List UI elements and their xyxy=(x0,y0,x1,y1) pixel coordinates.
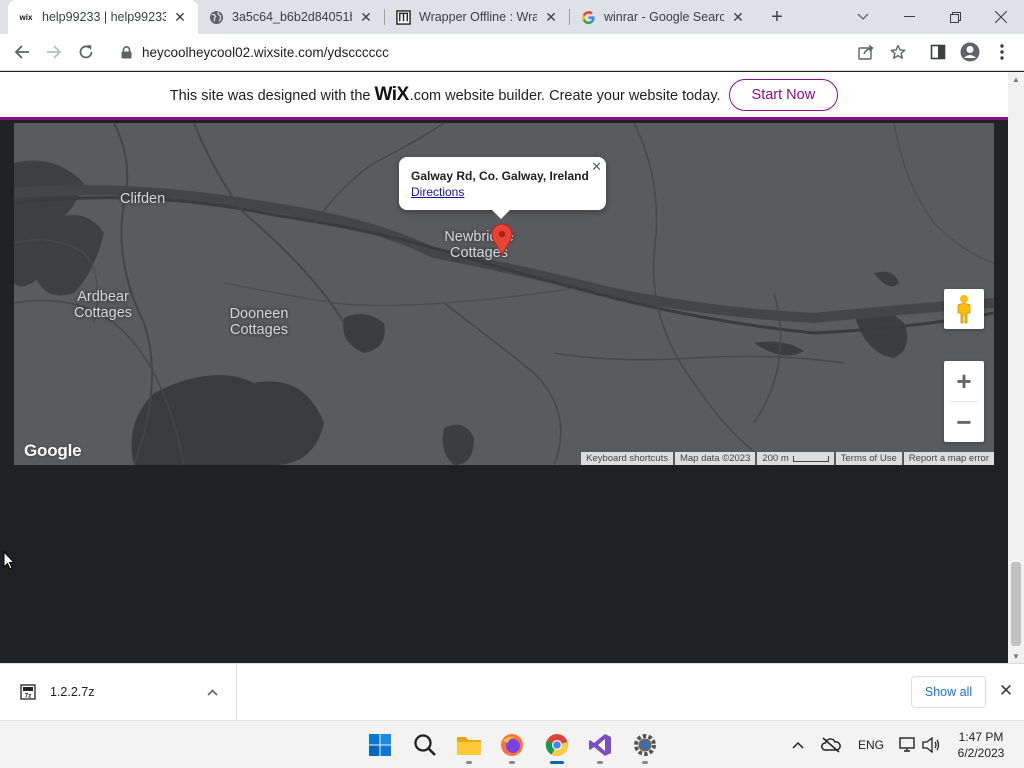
minimize-button[interactable] xyxy=(886,0,932,34)
network-icon[interactable] xyxy=(899,721,917,768)
language-indicator[interactable]: ENG xyxy=(858,721,884,768)
info-window-close-icon[interactable]: ✕ xyxy=(591,159,602,175)
volume-icon[interactable] xyxy=(922,721,940,768)
lock-icon[interactable] xyxy=(118,45,134,59)
url-text: heycoolheycool02.wixsite.com/ydscccccc xyxy=(142,44,389,60)
globe-icon xyxy=(208,9,224,25)
zoom-control: + − xyxy=(944,361,984,442)
map-attribution-bar: Keyboard shortcuts Map data ©2023 200 m … xyxy=(579,452,994,465)
street-view-pegman-icon[interactable] xyxy=(944,289,984,329)
running-indicator xyxy=(642,761,648,764)
clock-time: 1:47 PM xyxy=(958,730,1004,744)
terms-of-use-link[interactable]: Terms of Use xyxy=(835,452,902,465)
settings-icon[interactable] xyxy=(630,729,660,764)
7z-file-icon: 7z xyxy=(20,684,36,700)
page-scrollbar[interactable]: ▲ ▼ xyxy=(1008,72,1024,663)
tab-title: winrar - Google Search xyxy=(604,10,724,24)
tab-title: help99233 | help99233 xyxy=(42,10,166,24)
address-bar[interactable]: heycoolheycool02.wixsite.com/ydscccccc xyxy=(108,37,916,67)
clock-date: 6/2/2023 xyxy=(957,746,1005,760)
tab-help99233[interactable]: wix help99233 | help99233 ✕ xyxy=(8,0,198,34)
close-tab-icon[interactable]: ✕ xyxy=(730,9,746,25)
keyboard-shortcuts-link[interactable]: Keyboard shortcuts xyxy=(581,452,673,465)
zoom-out-button[interactable]: − xyxy=(944,402,984,442)
archive-icon xyxy=(395,9,411,25)
google-icon xyxy=(580,9,596,25)
scroll-up-arrow-icon[interactable]: ▲ xyxy=(1008,72,1024,86)
page-viewport: This site was designed with the WiX .com… xyxy=(0,72,1008,663)
active-indicator xyxy=(550,761,564,764)
tab-strip: wix help99233 | help99233 ✕ 3a5c64_b6b2d… xyxy=(0,0,1024,34)
tab-title: Wrapper Offline : Wrap xyxy=(419,10,537,24)
wix-promo-banner: This site was designed with the WiX .com… xyxy=(0,72,1008,120)
tab-wrapper-offline[interactable]: Wrapper Offline : Wrap ✕ xyxy=(385,0,569,34)
close-tab-icon[interactable]: ✕ xyxy=(172,9,188,25)
show-hidden-icons-chevron-icon[interactable] xyxy=(792,721,804,768)
file-explorer-icon[interactable] xyxy=(454,729,484,764)
bookmark-star-icon[interactable] xyxy=(884,38,912,66)
map-info-window: Galway Rd, Co. Galway, Ireland Direction… xyxy=(399,157,606,219)
close-tab-icon[interactable]: ✕ xyxy=(358,9,374,25)
wix-favicon-icon: wix xyxy=(19,12,33,22)
google-logo[interactable]: Google xyxy=(24,441,82,461)
profile-avatar-icon[interactable] xyxy=(956,38,984,66)
running-indicator xyxy=(509,761,515,764)
directions-link[interactable]: Directions xyxy=(411,185,464,199)
close-download-shelf-icon[interactable]: ✕ xyxy=(996,681,1016,701)
restore-button[interactable] xyxy=(932,0,978,34)
place-label-clifden: Clifden xyxy=(120,191,166,207)
share-icon[interactable] xyxy=(852,38,880,66)
google-map[interactable]: Clifden Newbridge Cottages Ardbear Cotta… xyxy=(14,123,994,465)
info-window-address: Galway Rd, Co. Galway, Ireland xyxy=(411,169,589,183)
map-data-text: Map data ©2023 xyxy=(674,452,756,465)
scroll-down-arrow-icon[interactable]: ▼ xyxy=(1008,649,1024,663)
firefox-icon[interactable] xyxy=(497,729,527,764)
start-now-button[interactable]: Start Now xyxy=(728,78,839,111)
chevron-up-icon[interactable] xyxy=(207,685,218,699)
close-tab-icon[interactable]: ✕ xyxy=(543,9,559,25)
new-tab-button[interactable]: + xyxy=(766,6,788,28)
onedrive-offline-icon[interactable] xyxy=(821,721,841,768)
scrollbar-thumb[interactable] xyxy=(1011,562,1021,646)
tab-search-icon[interactable] xyxy=(840,0,886,34)
forward-button[interactable] xyxy=(40,38,68,66)
scale-bar-icon xyxy=(792,455,829,462)
back-button[interactable] xyxy=(8,38,36,66)
wix-banner-suffix: .com website builder. Create your websit… xyxy=(409,87,721,104)
map-scale[interactable]: 200 m xyxy=(757,452,834,465)
menu-kebab-icon[interactable] xyxy=(988,38,1016,66)
wix-logo[interactable]: WiX xyxy=(374,84,409,106)
visual-studio-icon[interactable] xyxy=(585,729,615,764)
browser-toolbar: heycoolheycool02.wixsite.com/ydscccccc xyxy=(0,34,1024,71)
windows-taskbar: ENG 1:47 PM 6/2/2023 xyxy=(0,720,1024,768)
reload-button[interactable] xyxy=(72,38,100,66)
zoom-in-button[interactable]: + xyxy=(944,361,984,401)
wix-banner-message: This site was designed with the WiX .com… xyxy=(170,84,721,106)
running-indicator xyxy=(466,761,472,764)
place-label-dooneen: Dooneen Cottages xyxy=(229,306,289,338)
report-map-error-link[interactable]: Report a map error xyxy=(903,452,994,465)
chrome-icon[interactable] xyxy=(542,729,572,764)
download-shelf: 7z 1.2.2.7z Show all ✕ xyxy=(0,663,1024,720)
download-filename: 1.2.2.7z xyxy=(50,685,95,699)
tab-3a5c64[interactable]: 3a5c64_b6b2d84051bc ✕ xyxy=(198,0,384,34)
map-marker-icon[interactable] xyxy=(491,223,513,262)
svg-text:7z: 7z xyxy=(25,693,33,700)
running-indicator xyxy=(597,761,603,764)
place-label-ardbear: Ardbear Cottages xyxy=(73,289,133,321)
system-clock[interactable]: 1:47 PM 6/2/2023 xyxy=(948,729,1014,761)
start-icon[interactable] xyxy=(365,729,395,761)
show-all-downloads-button[interactable]: Show all xyxy=(911,676,986,708)
download-item[interactable]: 7z 1.2.2.7z xyxy=(0,664,237,720)
close-window-button[interactable] xyxy=(978,0,1024,34)
map-scale-text: 200 m xyxy=(762,453,789,464)
tab-google-search[interactable]: winrar - Google Search ✕ xyxy=(570,0,756,34)
tab-title: 3a5c64_b6b2d84051bc xyxy=(232,10,352,24)
mouse-pointer-icon xyxy=(3,550,16,575)
search-icon[interactable] xyxy=(410,729,440,761)
side-panel-icon[interactable] xyxy=(924,38,952,66)
wix-banner-prefix: This site was designed with the xyxy=(169,87,371,104)
